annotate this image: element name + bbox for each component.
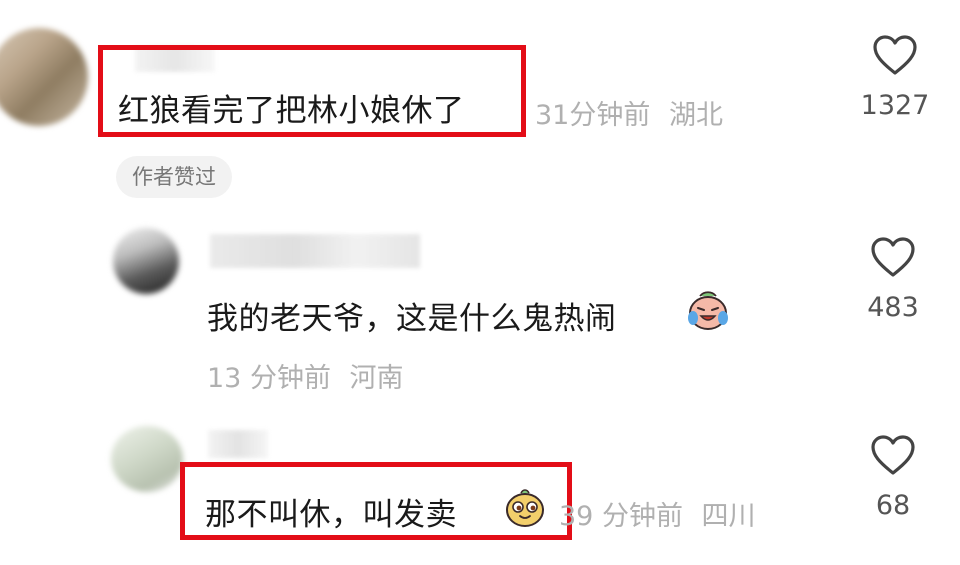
like-button[interactable]: 1327: [840, 30, 950, 130]
username-blurred[interactable]: [208, 430, 268, 458]
like-count: 483: [867, 292, 919, 323]
avatar[interactable]: [0, 28, 88, 126]
comment-meta: 31分钟前 湖北: [535, 93, 723, 132]
comment-text: 红狼看完了把林小娘休了: [118, 93, 465, 129]
like-count: 68: [875, 490, 911, 521]
crying-laughing-emoji: [688, 291, 728, 330]
author-liked-badge: 作者赞过: [116, 156, 232, 198]
heart-outline-icon: [871, 435, 915, 475]
heart-outline-icon: [873, 35, 917, 75]
like-count: 1327: [860, 90, 930, 121]
comment-text-content: 我的老天爷，这是什么鬼热闹: [207, 301, 617, 337]
sly-face-emoji: [506, 489, 544, 527]
comment-meta: 39 分钟前 四川: [559, 494, 756, 533]
comment-location: 四川: [701, 501, 756, 532]
comment-text: 那不叫休，叫发卖: [205, 489, 457, 534]
comment-time: 13 分钟前: [207, 363, 331, 394]
comment-time: 31分钟前: [535, 100, 651, 131]
heart-outline-icon: [871, 237, 915, 277]
avatar[interactable]: [111, 426, 183, 492]
comment-time: 39 分钟前: [559, 501, 683, 532]
comment-location: 湖北: [668, 100, 723, 131]
like-button[interactable]: 483: [838, 232, 948, 332]
comment-location: 河南: [349, 363, 404, 394]
comment-meta: 13 分钟前 河南: [207, 356, 404, 395]
comment-text: 我的老天爷，这是什么鬼热闹: [207, 293, 617, 338]
username-blurred[interactable]: [210, 234, 420, 268]
like-button[interactable]: 68: [838, 430, 948, 530]
avatar[interactable]: [113, 228, 179, 294]
comment-text-content: 那不叫休，叫发卖: [205, 497, 457, 533]
